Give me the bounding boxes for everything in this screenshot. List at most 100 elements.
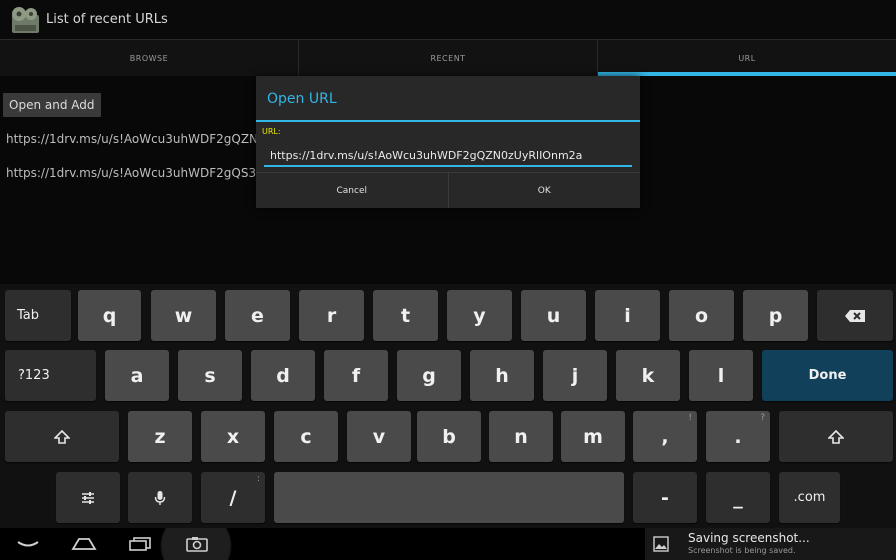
symbols-key[interactable]: ?123 <box>5 350 96 401</box>
key-hint: : <box>256 474 260 484</box>
key-v[interactable]: v <box>347 411 411 462</box>
shift-key-right[interactable] <box>779 411 893 462</box>
key-w[interactable]: w <box>151 290 216 341</box>
settings-key[interactable] <box>56 472 120 523</box>
camera-icon <box>186 537 208 552</box>
key-label: t <box>400 304 411 327</box>
key-label: v <box>372 425 386 448</box>
notification-title: Saving screenshot... <box>688 531 810 545</box>
space-bar[interactable] <box>274 472 624 523</box>
key-x[interactable]: x <box>201 411 265 462</box>
cancel-button[interactable]: Cancel <box>256 173 449 208</box>
key-underscore[interactable]: _ <box>706 472 770 523</box>
key-s[interactable]: s <box>178 350 242 401</box>
key-label: d <box>276 364 290 387</box>
key-label: w <box>174 304 193 327</box>
page-title: List of recent URLs <box>46 12 168 27</box>
voice-input-key[interactable] <box>128 472 192 523</box>
key-label: e <box>251 304 264 327</box>
tab-bar: BROWSE RECENT URL <box>0 40 896 76</box>
key-label: _ <box>733 486 743 509</box>
back-button[interactable] <box>10 528 46 560</box>
key-comma[interactable]: ,! <box>633 411 697 462</box>
key-d[interactable]: d <box>251 350 315 401</box>
key-label: o <box>694 304 709 327</box>
key-l[interactable]: l <box>689 350 753 401</box>
key-o[interactable]: o <box>669 290 734 341</box>
key-y[interactable]: y <box>447 290 512 341</box>
tab-url[interactable]: URL <box>598 40 896 76</box>
ok-button[interactable]: OK <box>449 173 641 208</box>
home-button[interactable] <box>66 528 102 560</box>
open-and-add-button[interactable]: Open and Add <box>3 93 101 117</box>
url-label: URL: <box>262 127 281 136</box>
key-dotcom[interactable]: .com <box>779 472 840 523</box>
shift-key-left[interactable] <box>5 411 119 462</box>
key-j[interactable]: j <box>543 350 607 401</box>
url-input[interactable] <box>264 145 632 167</box>
backspace-key[interactable] <box>817 290 893 341</box>
dialog-button-bar: Cancel OK <box>256 172 640 208</box>
notification-subtitle: Screenshot is being saved. <box>688 546 796 555</box>
key-f[interactable]: f <box>324 350 388 401</box>
backspace-icon <box>845 309 865 322</box>
recent-apps-button[interactable] <box>122 528 158 560</box>
soft-keyboard: Tab q w e r t y u i o p ?123 a s d f g h… <box>0 284 896 528</box>
tab-recent[interactable]: RECENT <box>299 40 598 76</box>
key-u[interactable]: u <box>521 290 586 341</box>
key-q[interactable]: q <box>78 290 141 341</box>
key-z[interactable]: z <box>128 411 192 462</box>
shift-icon <box>54 429 70 444</box>
key-r[interactable]: r <box>299 290 364 341</box>
image-icon <box>653 536 669 552</box>
key-dash[interactable]: - <box>633 472 697 523</box>
tab-key[interactable]: Tab <box>5 290 71 341</box>
dialog-divider <box>256 120 640 122</box>
key-label: u <box>546 304 561 327</box>
key-p[interactable]: p <box>743 290 808 341</box>
key-label: z <box>154 425 166 448</box>
key-label: m <box>583 425 603 448</box>
key-label: c <box>300 425 312 448</box>
home-icon <box>71 538 97 550</box>
key-c[interactable]: c <box>274 411 338 462</box>
key-m[interactable]: m <box>561 411 625 462</box>
settings-sliders-icon <box>82 491 94 504</box>
done-key[interactable]: Done <box>762 350 893 401</box>
key-hint: ! <box>688 413 692 423</box>
key-label: j <box>571 364 579 387</box>
dialog-title: Open URL <box>267 91 337 107</box>
app-icon[interactable] <box>10 5 41 36</box>
key-t[interactable]: t <box>373 290 438 341</box>
key-label: / <box>229 486 237 509</box>
key-b[interactable]: b <box>417 411 481 462</box>
key-label: q <box>102 304 117 327</box>
key-label: k <box>641 364 655 387</box>
tab-key-label: Tab <box>17 308 40 323</box>
key-label: s <box>204 364 216 387</box>
key-period[interactable]: .? <box>706 411 770 462</box>
key-g[interactable]: g <box>397 350 461 401</box>
key-label: p <box>768 304 783 327</box>
open-url-dialog: Open URL URL: Cancel OK <box>256 76 640 208</box>
key-k[interactable]: k <box>616 350 680 401</box>
key-h[interactable]: h <box>470 350 534 401</box>
key-a[interactable]: a <box>105 350 169 401</box>
back-icon <box>17 541 39 547</box>
recent-url-item[interactable]: https://1drv.ms/u/s!AoWcu3uhWDF2gQS3R0 <box>6 166 272 180</box>
key-label: h <box>495 364 509 387</box>
key-label: f <box>351 364 361 387</box>
key-label: l <box>717 364 725 387</box>
key-label: b <box>442 425 456 448</box>
key-i[interactable]: i <box>595 290 660 341</box>
key-label: n <box>514 425 528 448</box>
screenshot-button[interactable] <box>156 528 238 560</box>
screenshot-notification[interactable]: Saving screenshot... Screenshot is being… <box>645 528 896 560</box>
key-n[interactable]: n <box>489 411 553 462</box>
key-label: g <box>422 364 436 387</box>
key-label: . <box>734 425 742 448</box>
key-e[interactable]: e <box>225 290 290 341</box>
key-label: r <box>326 304 337 327</box>
tab-browse[interactable]: BROWSE <box>0 40 299 76</box>
key-slash[interactable]: /: <box>201 472 265 523</box>
